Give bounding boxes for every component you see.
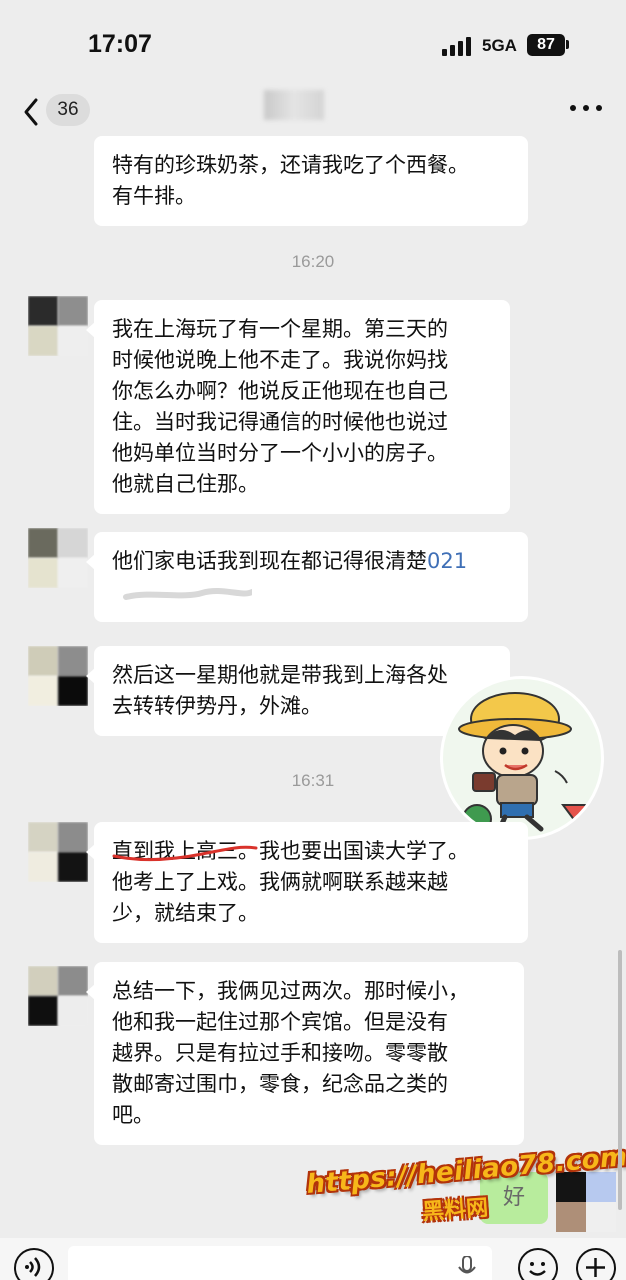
chat-header: 36 xyxy=(0,88,626,134)
emoji-icon[interactable] xyxy=(518,1248,558,1280)
battery-icon: 87 xyxy=(527,34,565,56)
redacted-line xyxy=(112,583,510,609)
plus-icon[interactable] xyxy=(576,1248,616,1280)
watermark: https://heiliao78.com 黑料网 xyxy=(300,1142,626,1228)
phone-number-link[interactable]: 021 xyxy=(427,549,467,573)
message-line: 去转转伊势丹，外滩。 xyxy=(112,694,322,718)
watermark-name: 黑料网 xyxy=(421,1195,489,1226)
message-line: 他妈单位当时分了一个小小的房子。 xyxy=(112,441,448,465)
message-bubble: 我在上海玩了有一个星期。第三天的 时候他说晚上他不走了。我说你妈找 你怎么办啊？… xyxy=(86,300,510,514)
input-bar xyxy=(0,1238,626,1280)
message-line: 特有的珍珠奶茶，还请我吃了个西餐。 xyxy=(112,153,469,177)
avatar[interactable] xyxy=(28,528,88,588)
message-line: 少，就结束了。 xyxy=(112,901,259,925)
message-input[interactable] xyxy=(68,1246,492,1280)
avatar[interactable] xyxy=(28,646,88,706)
message-bubble: 特有的珍珠奶茶，还请我吃了个西餐。 有牛排。 xyxy=(94,136,528,226)
status-time: 17:07 xyxy=(88,30,152,58)
network-type: 5GA xyxy=(482,36,517,55)
mic-icon[interactable] xyxy=(458,1256,476,1280)
sticker-drawing xyxy=(458,692,595,837)
chat-title-redacted xyxy=(264,90,324,120)
battery-cap xyxy=(566,40,569,49)
message-line: 总结一下，我俩见过两次。那时候小， xyxy=(112,979,469,1003)
message-line: 住。当时我记得通信的时候他也说过 xyxy=(112,410,448,434)
message-line: 时候他说晚上他不走了。我说你妈找 xyxy=(112,348,448,372)
message-bubble: 总结一下，我俩见过两次。那时候小， 他和我一起住过那个宾馆。但是没有 越界。只是… xyxy=(86,962,524,1145)
message-line: 你怎么办啊？他说反正他现在也自己 xyxy=(112,379,448,403)
red-underline-annotation xyxy=(112,845,258,862)
avatar[interactable] xyxy=(28,296,88,356)
unread-count-badge[interactable]: 36 xyxy=(46,94,90,126)
redaction-scribble xyxy=(123,588,255,600)
message-line: 他和我一起住过那个宾馆。但是没有 xyxy=(112,1010,448,1034)
timestamp: 16:20 xyxy=(291,252,335,271)
timestamp: 16:31 xyxy=(291,771,335,790)
message-line: 他考上了上戏。我俩就啊联系越来越 xyxy=(112,870,448,894)
message-line: 越界。只是有拉过手和接吻。零零散 xyxy=(112,1041,448,1065)
status-bar: 17:07 5GA 87 xyxy=(0,0,626,90)
signal-icon xyxy=(442,36,474,56)
message-line: 我在上海玩了有一个星期。第三天的 xyxy=(112,317,448,341)
scrollbar[interactable] xyxy=(618,950,622,1210)
message-line: 然后这一星期他就是带我到上海各处 xyxy=(112,663,448,687)
message-bubble: 他们家电话我到现在都记得很清楚021 xyxy=(86,532,528,622)
message-line: 他就自己住那。 xyxy=(112,472,259,496)
message-line: 有牛排。 xyxy=(112,184,196,208)
cartoon-boy-sticker xyxy=(440,676,604,840)
avatar[interactable] xyxy=(28,966,88,1026)
message-line: 散邮寄过围巾，零食，纪念品之类的 xyxy=(112,1072,448,1096)
message-text: 他们家电话我到现在都记得很清楚 xyxy=(112,549,427,573)
voice-icon[interactable] xyxy=(14,1248,54,1280)
message-line: 吧。 xyxy=(112,1103,154,1127)
more-icon[interactable] xyxy=(570,102,602,112)
avatar[interactable] xyxy=(28,822,88,882)
message-line: 他们家电话我到现在都记得很清楚021 xyxy=(112,546,510,577)
